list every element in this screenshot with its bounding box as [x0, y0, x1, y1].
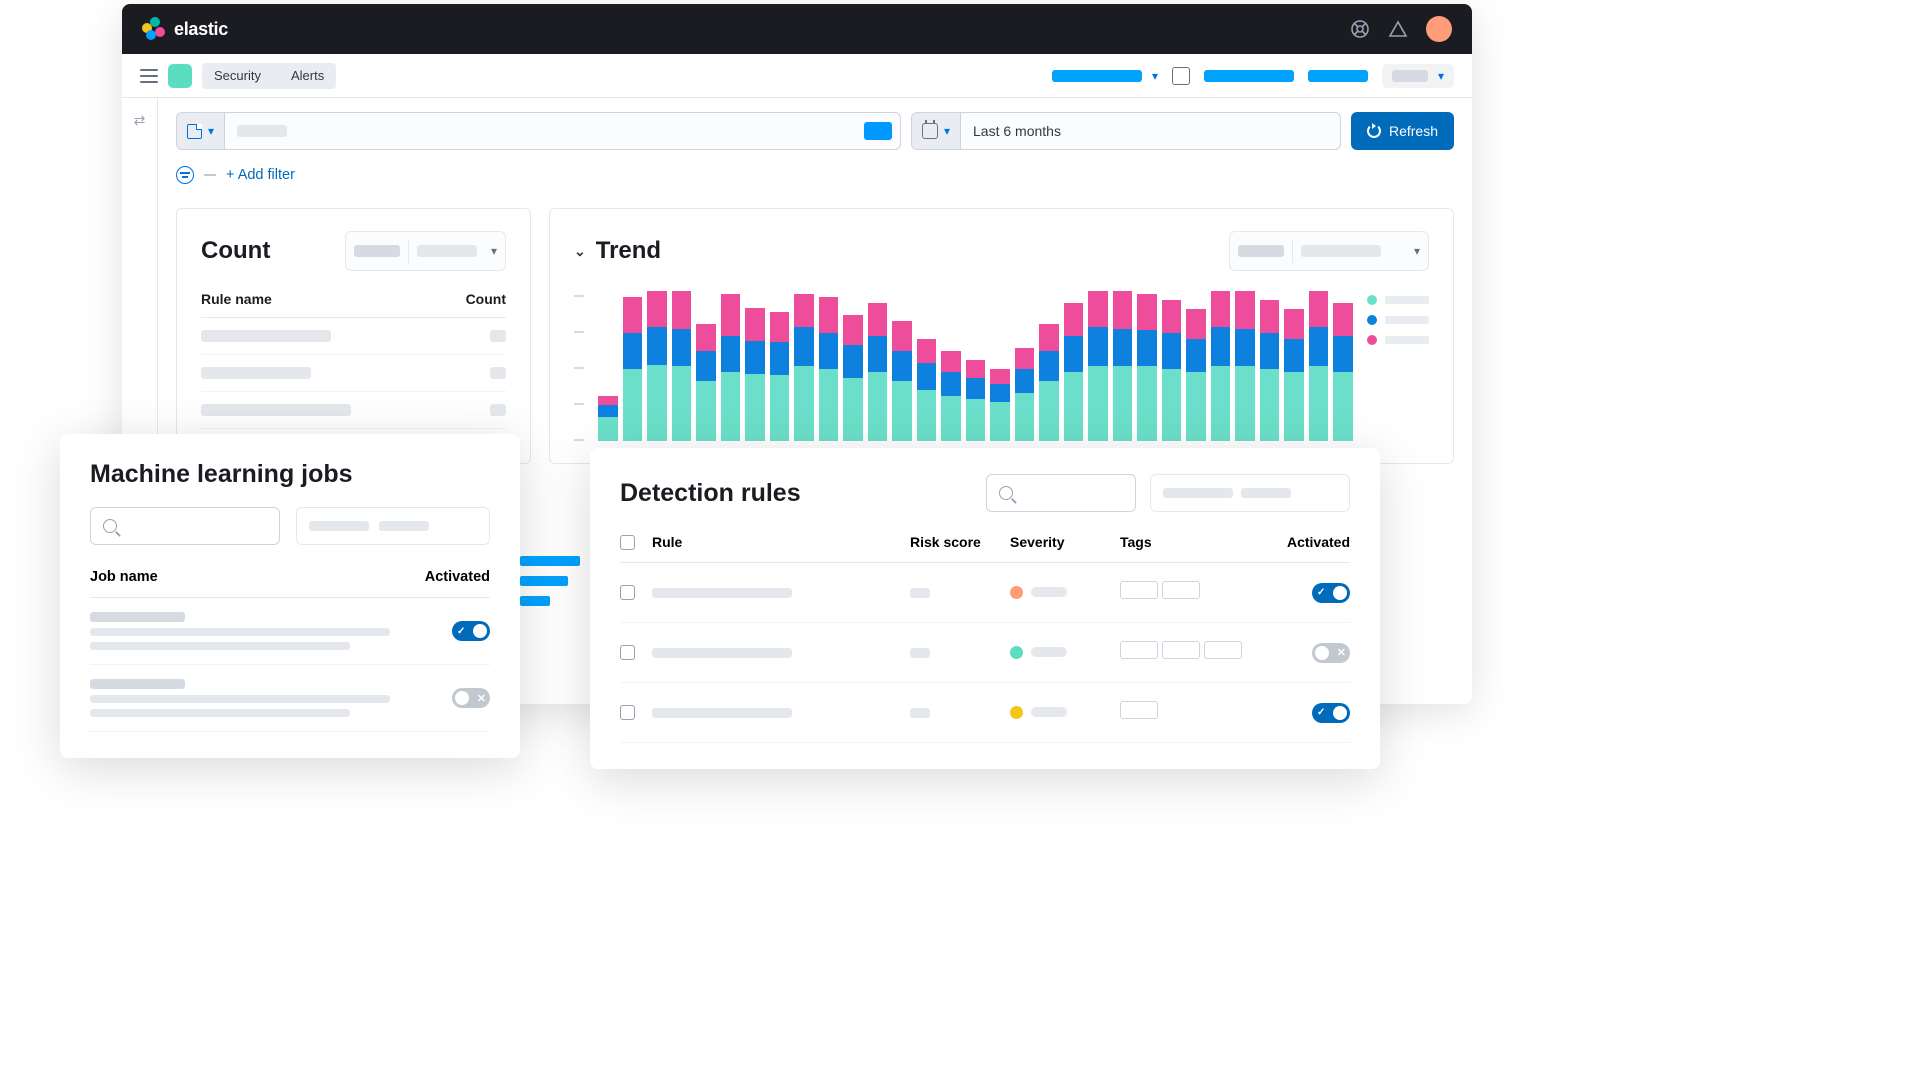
header-link-3[interactable] [1308, 70, 1368, 82]
header-link-1[interactable]: ▾ [1052, 69, 1158, 83]
query-input[interactable] [225, 125, 864, 137]
space-selector[interactable] [168, 64, 192, 88]
tag-badge [1120, 641, 1158, 659]
activate-toggle[interactable]: ✕ [1312, 643, 1350, 663]
activate-toggle[interactable]: ✕ [452, 688, 490, 708]
count-row [201, 318, 506, 355]
activate-toggle[interactable]: ✓ [1312, 583, 1350, 603]
chart-y-axis [574, 291, 584, 441]
chevron-down-icon: ▾ [208, 124, 214, 138]
col-count: Count [466, 291, 506, 307]
brand-name: elastic [174, 19, 228, 40]
legend-item [1367, 335, 1429, 345]
trend-stackby-selector[interactable]: ▾ [1229, 231, 1429, 271]
tag-badge [1162, 581, 1200, 599]
dr-card-title: Detection rules [620, 479, 801, 508]
breadcrumb: Security Alerts [202, 63, 336, 89]
tag-badge [1120, 701, 1158, 719]
count-row [201, 392, 506, 429]
ml-job-row: ✓ [90, 598, 490, 665]
chevron-down-icon: ▾ [491, 244, 497, 258]
chevron-down-icon[interactable]: ⌄ [574, 243, 586, 260]
filter-icon[interactable] [176, 166, 194, 184]
tag-badge [1162, 641, 1200, 659]
tag-badge [1120, 581, 1158, 599]
count-title: Count [201, 237, 270, 265]
detection-rule-row: ✓ [620, 563, 1350, 623]
detection-rules-card: Detection rules Rule Risk score Severity… [590, 448, 1380, 769]
dr-col-severity: Severity [1010, 534, 1120, 550]
ml-col-job: Job name [90, 569, 158, 585]
date-range-picker[interactable]: ▾ Last 6 months [911, 112, 1341, 150]
newsfeed-icon[interactable] [1388, 19, 1408, 39]
date-icon[interactable] [1172, 67, 1190, 85]
ml-job-row: ✕ [90, 665, 490, 732]
trend-panel: ⌄Trend ▾ [549, 208, 1454, 464]
dr-col-activated: Activated [1280, 534, 1350, 550]
ml-jobs-card: Machine learning jobs Job name Activated… [60, 434, 520, 758]
count-stackby-selector[interactable]: ▾ [345, 231, 506, 271]
row-checkbox[interactable] [620, 705, 635, 720]
calendar-icon [922, 123, 938, 139]
saved-query-button[interactable]: ▾ [177, 113, 225, 149]
help-icon[interactable] [1350, 19, 1370, 39]
legend-item [1367, 295, 1429, 305]
search-icon [999, 486, 1013, 500]
col-rule-name: Rule name [201, 291, 272, 307]
save-icon [187, 124, 202, 139]
activate-toggle[interactable]: ✓ [1312, 703, 1350, 723]
trend-chart [598, 291, 1353, 441]
query-language-toggle[interactable] [864, 122, 892, 140]
chevron-down-icon: ▾ [1414, 244, 1420, 258]
select-all-checkbox[interactable] [620, 535, 635, 550]
refresh-label: Refresh [1389, 123, 1438, 139]
trend-title: ⌄Trend [574, 237, 661, 265]
dr-search-input[interactable] [986, 474, 1136, 512]
breadcrumb-security[interactable]: Security [202, 63, 273, 89]
elastic-logo-icon [142, 17, 166, 41]
chart-legend [1367, 291, 1429, 441]
ml-card-title: Machine learning jobs [90, 460, 490, 489]
row-checkbox[interactable] [620, 585, 635, 600]
ml-filter-selector[interactable] [296, 507, 490, 545]
dr-col-tags: Tags [1120, 534, 1280, 550]
detection-rule-row: ✓ [620, 683, 1350, 743]
legend-item [1367, 315, 1429, 325]
refresh-button[interactable]: Refresh [1351, 112, 1454, 150]
ml-search-input[interactable] [90, 507, 280, 545]
breadcrumb-alerts[interactable]: Alerts [273, 63, 336, 89]
dr-col-risk: Risk score [910, 534, 1010, 550]
row-checkbox[interactable] [620, 645, 635, 660]
subheader: Security Alerts ▾ ▾ [122, 54, 1472, 98]
divider [204, 174, 216, 176]
nav-toggle-icon[interactable] [140, 69, 158, 83]
query-bar: ▾ [176, 112, 901, 150]
sidebar-expand-icon[interactable]: ⇄ [134, 112, 146, 129]
tag-badge [1204, 641, 1242, 659]
date-range-label: Last 6 months [961, 123, 1073, 139]
refresh-icon [1367, 124, 1381, 138]
header-dropdown[interactable]: ▾ [1382, 64, 1454, 88]
ml-col-activated: Activated [425, 569, 490, 585]
user-avatar[interactable] [1426, 16, 1452, 42]
chevron-down-icon: ▾ [1152, 69, 1158, 83]
count-row [201, 355, 506, 392]
search-icon [103, 519, 117, 533]
count-panel: Count ▾ Rule name Count [176, 208, 531, 464]
dr-col-rule: Rule [652, 534, 910, 550]
chevron-down-icon: ▾ [1438, 69, 1444, 83]
header-link-2[interactable] [1204, 70, 1294, 82]
add-filter-button[interactable]: + Add filter [226, 167, 295, 183]
anomaly-preview-bars [520, 556, 580, 606]
dr-filter-selector[interactable] [1150, 474, 1350, 512]
chevron-down-icon: ▾ [944, 124, 950, 138]
activate-toggle[interactable]: ✓ [452, 621, 490, 641]
detection-rule-row: ✕ [620, 623, 1350, 683]
topbar: elastic [122, 4, 1472, 54]
